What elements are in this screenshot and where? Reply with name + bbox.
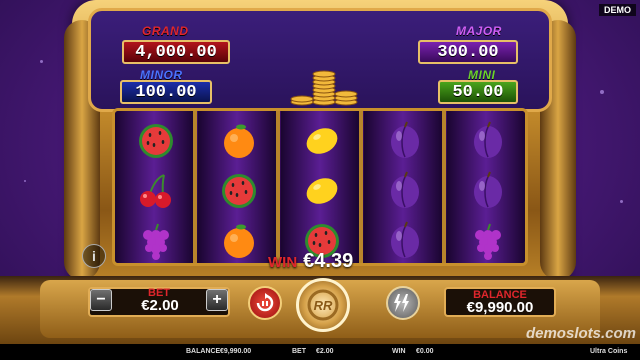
sparkle	[600, 90, 604, 94]
balance-value: €9,990.00	[466, 299, 534, 316]
reel-window	[112, 108, 528, 266]
reel-1	[115, 111, 197, 263]
status-bet-label: BET	[292, 348, 306, 355]
jackpot-major-value: 300.00	[418, 40, 518, 64]
demo-badge: DEMO	[599, 4, 636, 16]
svg-text:RR: RR	[314, 298, 333, 313]
status-balance-value: €9,990.00	[220, 348, 252, 355]
cherry-icon	[136, 171, 176, 211]
plum-icon	[468, 121, 508, 161]
jackpot-grand-value: 4,000.00	[122, 40, 230, 64]
status-win-label: WIN	[392, 348, 406, 355]
spin-button[interactable]: RR	[296, 278, 350, 332]
watermelon-icon	[136, 121, 176, 161]
plum-icon	[385, 121, 425, 161]
spin-icon: RR	[307, 289, 339, 321]
lemon-icon	[302, 171, 342, 211]
info-button[interactable]: i	[82, 244, 106, 268]
reel-5	[447, 111, 525, 263]
bet-increase-button[interactable]: +	[206, 289, 228, 311]
sparkle	[620, 200, 623, 203]
status-balance-label: BALANCE	[186, 348, 221, 355]
jackpot-mini-value: 50.00	[438, 80, 518, 104]
orange-icon	[219, 121, 259, 161]
plum-icon	[385, 221, 425, 261]
status-bar: BALANCE €9,990.00 BET €2.00 WIN €0.00 Ul…	[0, 344, 640, 360]
win-display: WIN €4.39	[268, 250, 353, 274]
win-label: WIN	[268, 254, 298, 271]
grapes-icon	[136, 221, 176, 261]
orange-icon	[219, 221, 259, 261]
status-bet-value: €2.00	[316, 348, 334, 355]
status-game-name: Ultra Coins	[590, 348, 628, 355]
lightning-icon	[394, 294, 409, 312]
sparkle	[24, 180, 26, 182]
win-amount: €4.39	[303, 250, 354, 272]
sparkle	[40, 60, 43, 63]
lemon-icon	[302, 121, 342, 161]
jackpot-major-label: MAJOR	[456, 24, 502, 38]
jackpot-minor-value: 100.00	[120, 80, 212, 104]
jackpot-grand-label: GRAND	[142, 24, 189, 38]
plum-icon	[468, 171, 508, 211]
reel-4	[364, 111, 446, 263]
coin-stack-icon	[290, 70, 358, 106]
watermark: demoslots.com	[525, 325, 636, 342]
status-win-value: €0.00	[416, 348, 434, 355]
bet-decrease-button[interactable]: −	[90, 289, 112, 311]
reel-2	[198, 111, 280, 263]
plum-icon	[385, 171, 425, 211]
autoplay-button[interactable]	[248, 286, 282, 320]
autoplay-icon	[256, 293, 274, 312]
bet-value: €2.00	[141, 297, 179, 314]
grapes-icon	[468, 221, 508, 261]
watermelon-icon	[219, 171, 259, 211]
turbo-button[interactable]	[386, 286, 420, 320]
reel-3	[281, 111, 363, 263]
